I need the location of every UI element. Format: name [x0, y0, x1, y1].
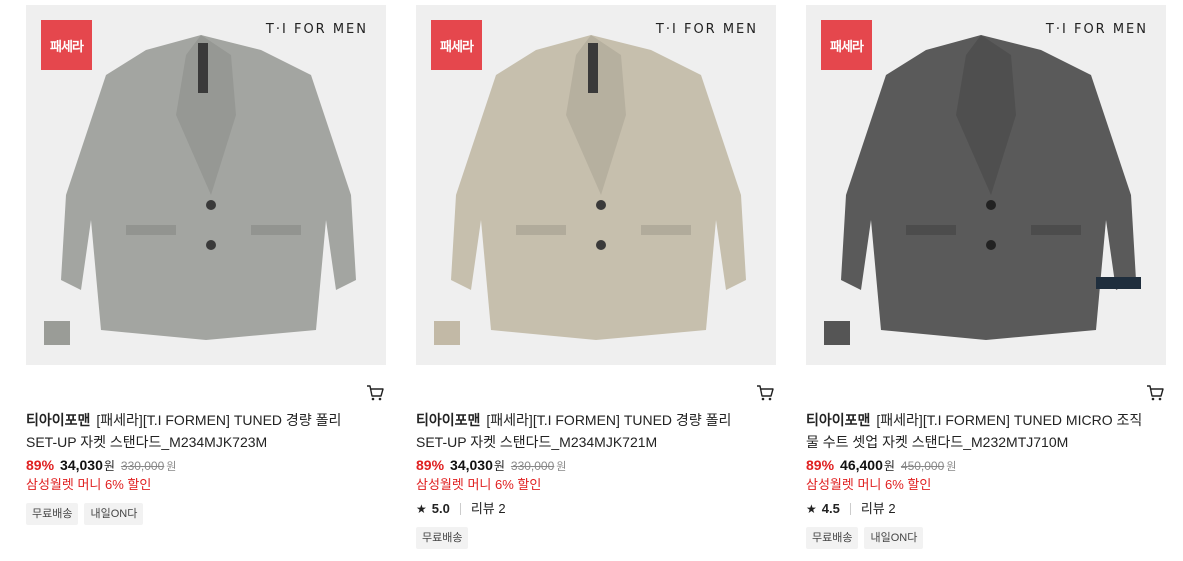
tag-next-day: 내일ON다	[84, 503, 144, 525]
review-count[interactable]: 리뷰 2	[861, 500, 896, 518]
cart-icon[interactable]	[756, 385, 774, 401]
price-unit: 원	[103, 459, 115, 473]
discount-rate: 89%	[416, 457, 445, 473]
color-swatch[interactable]	[824, 321, 850, 345]
rating-score: 4.5	[821, 501, 840, 516]
cart-icon[interactable]	[1146, 385, 1164, 401]
product-grid: 패세라 T·I FOR MEN 티아이포맨 [패세라][T.I FORMEN] T…	[0, 0, 1183, 561]
product-title[interactable]: 티아이포맨 [패세라][T.I FORMEN] TUNED MICRO 조직물 수…	[806, 409, 1151, 453]
product-card[interactable]: 패세라 T·I FOR MEN 티아이포맨 [패세라][T.I FORMEN] T…	[416, 5, 776, 549]
benefit-text: 삼성월렛 머니 6% 할인	[416, 477, 542, 492]
tag-free-shipping: 무료배송	[416, 527, 469, 549]
pass-sera-badge: 패세라	[41, 20, 92, 70]
tag-next-day: 내일ON다	[864, 527, 924, 549]
original-price: 330,000	[120, 459, 165, 473]
price-unit: 원	[883, 459, 895, 473]
price-row: 89% 34,030원 330,000 원	[26, 455, 386, 475]
rating-row: ★ 4.5 리뷰 2	[806, 500, 1166, 518]
sale-price: 34,030	[450, 457, 493, 473]
rating-row: ★ 5.0 리뷰 2	[416, 500, 776, 518]
original-price-unit: 원	[946, 461, 957, 473]
original-price: 450,000	[900, 459, 945, 473]
tag-free-shipping: 무료배송	[806, 527, 859, 549]
color-swatch[interactable]	[44, 321, 70, 345]
sale-price: 46,400	[840, 457, 883, 473]
brand-logo: T·I FOR MEN	[265, 22, 368, 37]
tag-list: 무료배송 내일ON다	[806, 527, 1166, 549]
star-icon: ★	[416, 502, 427, 516]
rating-score: 5.0	[431, 501, 450, 516]
price-unit: 원	[493, 459, 505, 473]
product-title[interactable]: 티아이포맨 [패세라][T.I FORMEN] TUNED 경량 폴리 SET-U…	[26, 409, 371, 453]
star-icon: ★	[806, 502, 817, 516]
product-brand: 티아이포맨	[416, 412, 481, 428]
original-price: 330,000	[510, 459, 555, 473]
product-image[interactable]: 패세라 T·I FOR MEN	[26, 5, 386, 365]
benefit-text: 삼성월렛 머니 6% 할인	[806, 477, 932, 492]
review-count[interactable]: 리뷰 2	[471, 500, 506, 518]
product-brand: 티아이포맨	[806, 412, 871, 428]
pass-sera-badge: 패세라	[821, 20, 872, 70]
tag-free-shipping: 무료배송	[26, 503, 79, 525]
color-swatch[interactable]	[434, 321, 460, 345]
tag-list: 무료배송	[416, 527, 776, 549]
product-image[interactable]: 패세라 T·I FOR MEN	[416, 5, 776, 365]
brand-logo: T·I FOR MEN	[1045, 22, 1148, 37]
benefit-text: 삼성월렛 머니 6% 할인	[26, 477, 152, 492]
discount-rate: 89%	[26, 457, 55, 473]
tag-list: 무료배송 내일ON다	[26, 503, 386, 525]
divider	[459, 503, 461, 515]
discount-rate: 89%	[806, 457, 835, 473]
price-row: 89% 46,400원 450,000 원	[806, 455, 1166, 475]
product-title[interactable]: 티아이포맨 [패세라][T.I FORMEN] TUNED 경량 폴리 SET-U…	[416, 409, 761, 453]
price-row: 89% 34,030원 330,000 원	[416, 455, 776, 475]
product-image[interactable]: 패세라 T·I FOR MEN	[806, 5, 1166, 365]
sale-price: 34,030	[60, 457, 103, 473]
product-card[interactable]: 패세라 T·I FOR MEN 티아이포맨 [패세라][T.I FORMEN] T…	[26, 5, 386, 525]
brand-logo: T·I FOR MEN	[655, 22, 758, 37]
product-card[interactable]: 패세라 T·I FOR MEN 티아이포맨 [패세라][T.I FORMEN] T…	[806, 5, 1166, 549]
product-brand: 티아이포맨	[26, 412, 91, 428]
cart-icon[interactable]	[366, 385, 384, 401]
original-price-unit: 원	[166, 461, 177, 473]
divider	[849, 503, 851, 515]
original-price-unit: 원	[556, 461, 567, 473]
pass-sera-badge: 패세라	[431, 20, 482, 70]
